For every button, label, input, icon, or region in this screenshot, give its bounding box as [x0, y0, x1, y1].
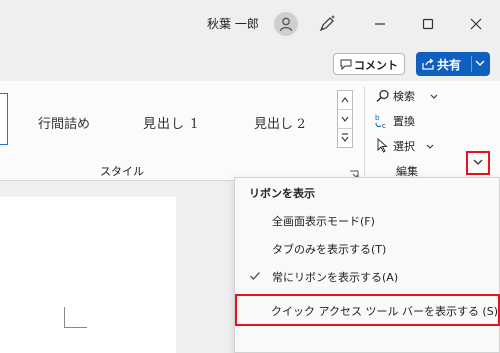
select-label: 選択	[393, 140, 415, 153]
menu-item-show-tabs-only[interactable]: タブのみを表示する(T)	[235, 235, 499, 261]
svg-text:c: c	[382, 122, 386, 129]
replace-button[interactable]: b c 置換	[374, 112, 434, 130]
share-icon	[422, 58, 434, 70]
gallery-scroll-up[interactable]	[338, 91, 352, 110]
group-divider	[364, 86, 365, 176]
avatar[interactable]	[274, 12, 298, 36]
style-item-heading-2[interactable]: 見出し 2	[254, 113, 305, 132]
chevron-down-icon	[426, 144, 434, 149]
menu-item-always-show-ribbon[interactable]: 常にリボンを表示する(A)	[235, 263, 499, 289]
style-item-no-spacing[interactable]: 行間詰め	[38, 113, 90, 132]
menu-item-full-screen-mode[interactable]: 全画面表示モード(F)	[235, 207, 499, 233]
cursor-arrow-icon	[377, 138, 388, 153]
find-label: 検索	[393, 90, 415, 103]
styles-group-label: スタイル	[100, 165, 144, 178]
styles-gallery-scroll[interactable]	[337, 90, 353, 148]
chevron-down-icon	[430, 94, 438, 99]
person-icon	[279, 17, 293, 32]
search-icon	[376, 89, 389, 103]
style-item-heading-1[interactable]: 見出し 1	[143, 113, 199, 132]
replace-icon: b c	[375, 114, 386, 129]
menu-item-label: 常にリボンを表示する(A)	[272, 271, 399, 284]
svg-text:b: b	[375, 114, 380, 122]
share-divider	[471, 56, 472, 72]
comment-icon	[340, 59, 352, 70]
style-item-selected[interactable]	[0, 93, 8, 145]
comment-button[interactable]: コメント	[333, 53, 405, 75]
menu-item-label: タブのみを表示する(T)	[272, 243, 387, 256]
ribbon-display-options-button[interactable]	[466, 151, 490, 175]
gallery-scroll-down[interactable]	[338, 110, 352, 129]
menu-item-label: 全画面表示モード(F)	[272, 215, 375, 228]
close-button[interactable]	[462, 14, 490, 34]
page-margin-corner-mark	[64, 307, 87, 328]
share-button[interactable]: 共有	[416, 52, 490, 76]
chevron-down-icon[interactable]	[475, 60, 485, 67]
chevron-down-icon	[473, 159, 483, 165]
replace-label: 置換	[393, 115, 415, 128]
share-label: 共有	[437, 58, 462, 72]
menu-header: リボンを表示	[249, 187, 315, 200]
gallery-expand[interactable]	[338, 129, 352, 147]
select-button[interactable]: 選択	[374, 137, 438, 155]
designer-pen-icon[interactable]	[316, 13, 338, 35]
minimize-button[interactable]	[366, 14, 394, 34]
user-name[interactable]: 秋葉 一郎	[207, 15, 259, 32]
document-page[interactable]	[0, 197, 176, 353]
maximize-button[interactable]	[414, 14, 442, 34]
menu-item-show-quick-access-toolbar[interactable]: クイック アクセス ツール バーを表示する (S)	[235, 294, 500, 326]
find-button[interactable]: 検索	[374, 87, 440, 105]
menu-item-label: クイック アクセス ツール バーを表示する (S)	[271, 305, 499, 318]
checkmark-icon	[250, 272, 260, 280]
comment-label: コメント	[354, 59, 398, 72]
dialog-launcher-icon[interactable]	[349, 165, 359, 179]
